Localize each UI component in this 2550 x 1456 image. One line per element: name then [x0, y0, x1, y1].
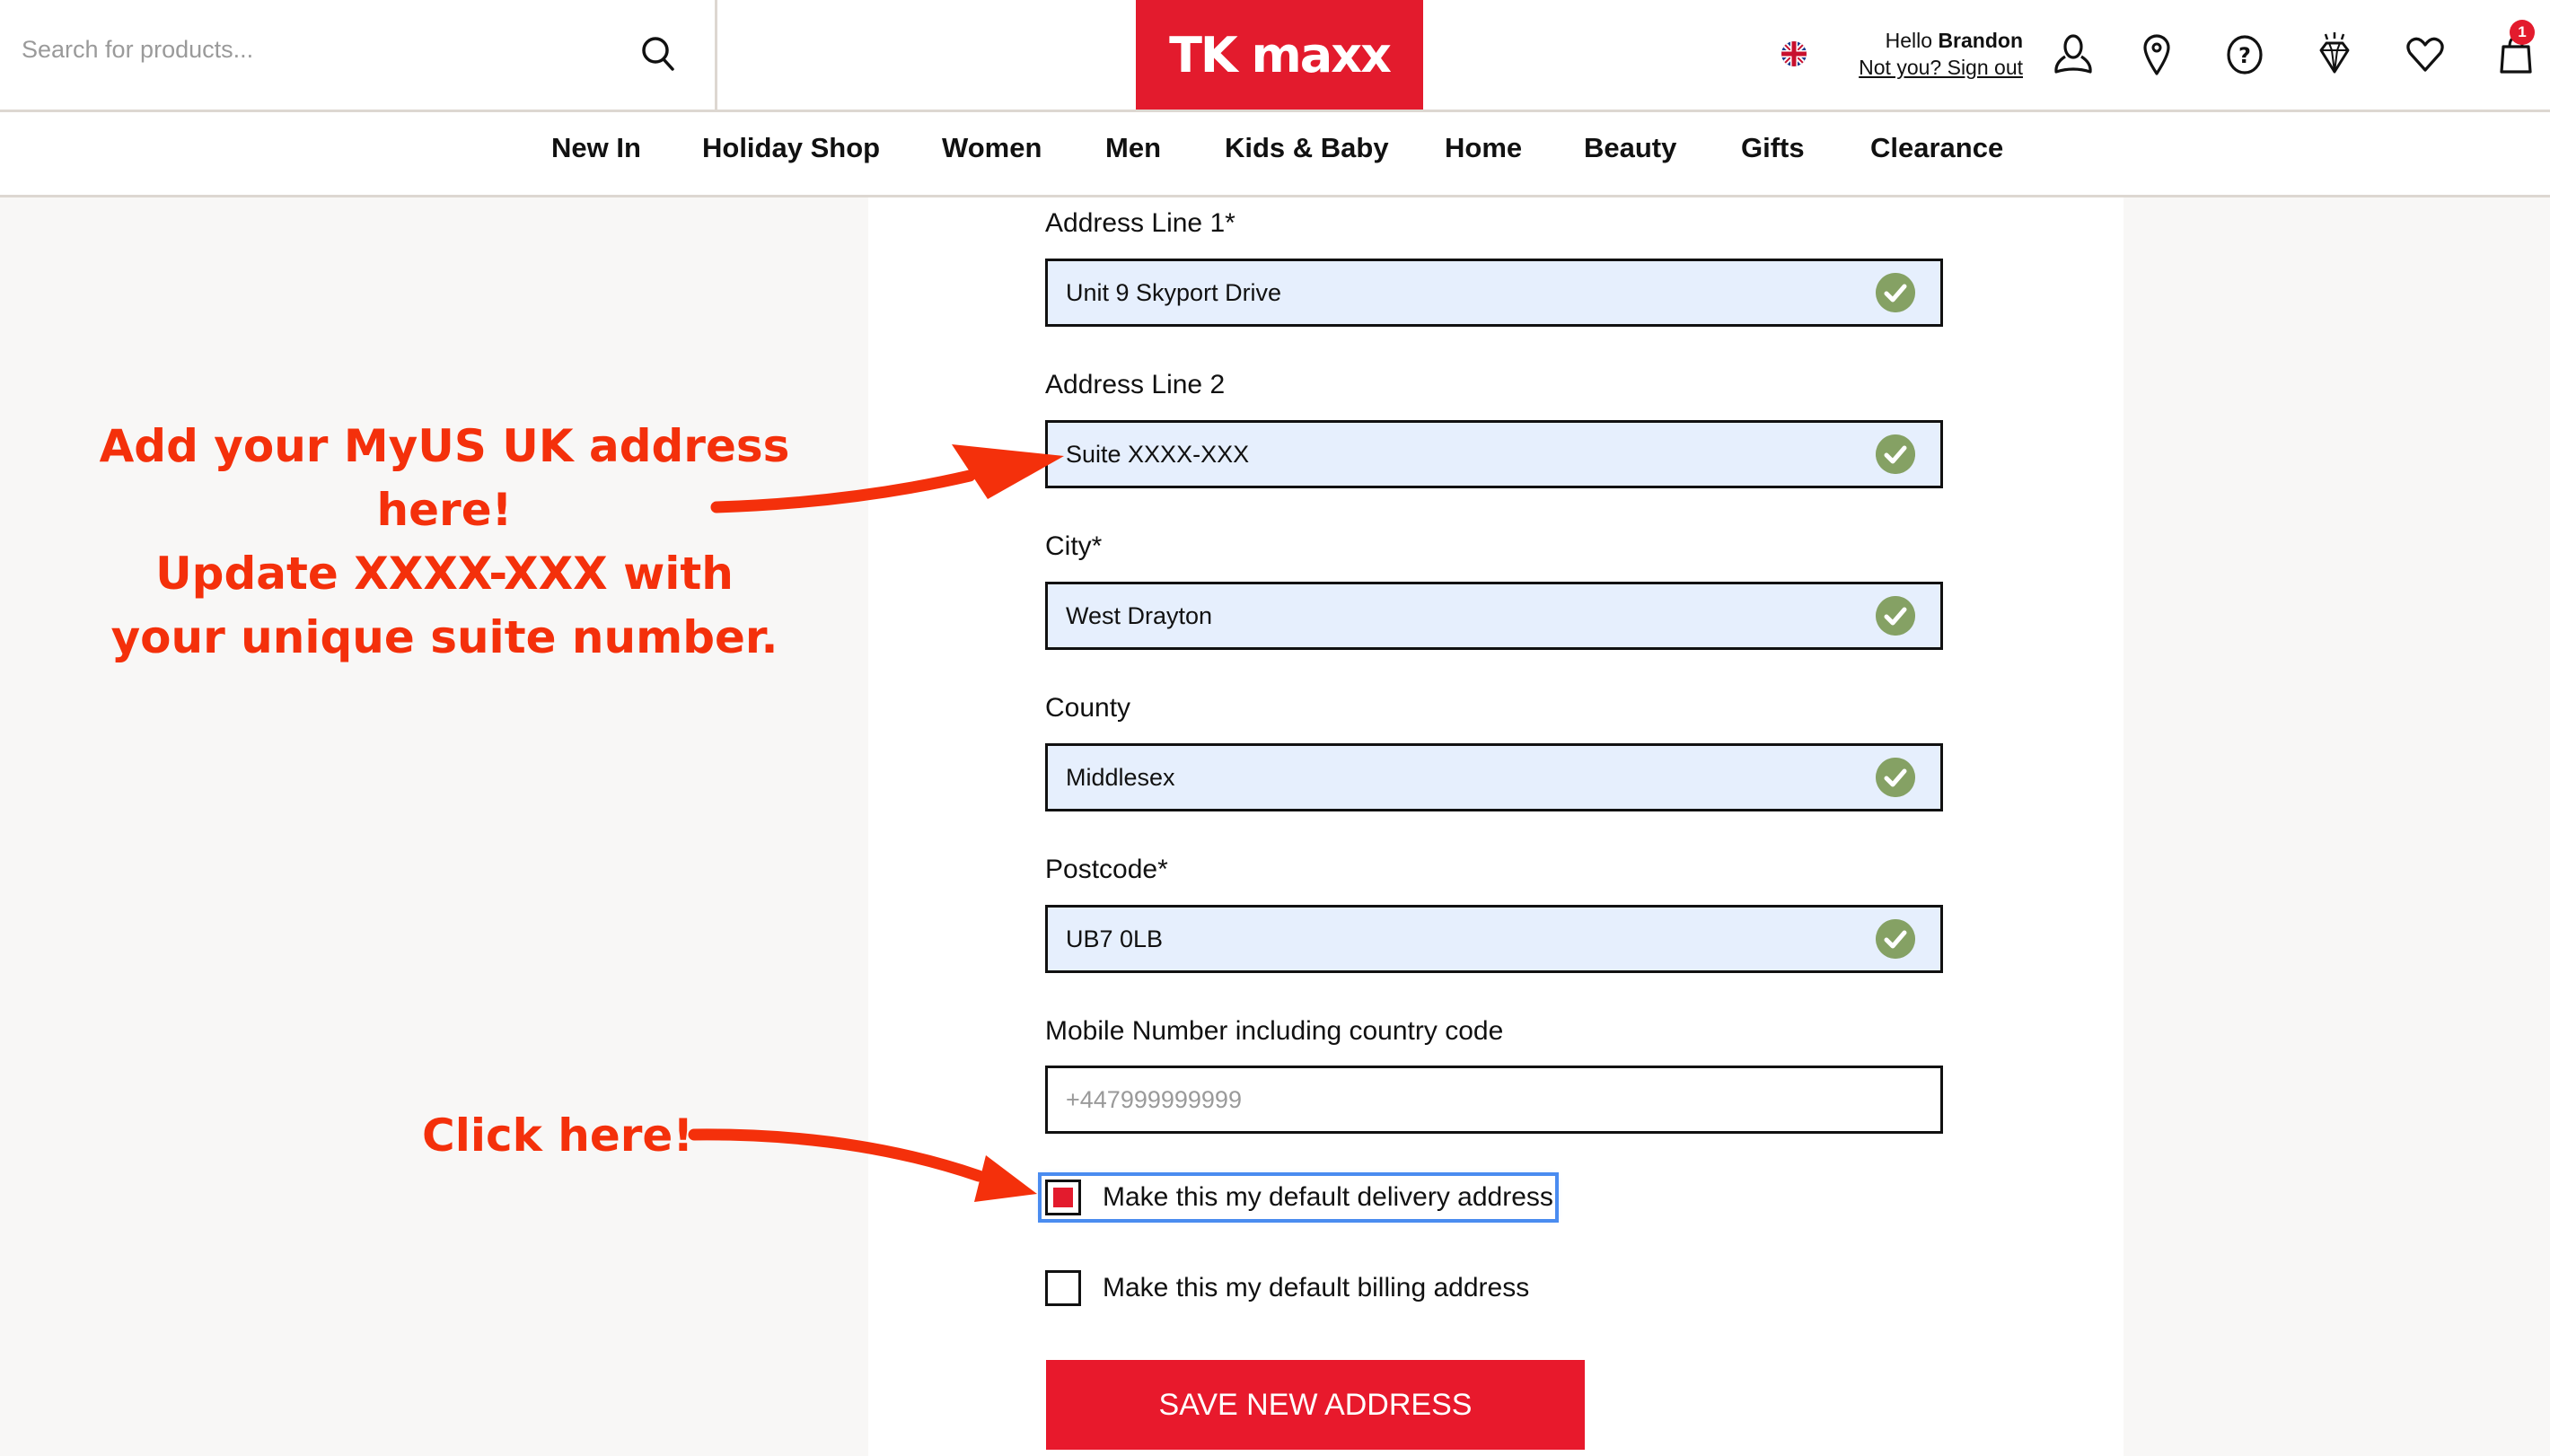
mobile-number-input[interactable]: +447999999999	[1045, 1066, 1943, 1134]
default-delivery-label[interactable]: Make this my default delivery address	[1103, 1182, 1555, 1213]
store-locator-icon[interactable]	[2135, 32, 2178, 77]
svg-text:?: ?	[2238, 43, 2251, 68]
default-billing-label[interactable]: Make this my default billing address	[1103, 1273, 1531, 1303]
nav-item-kids-baby[interactable]: Kids & Baby	[1225, 132, 1389, 164]
address-line-2-value: Suite XXXX-XXX	[1066, 440, 1250, 468]
address-line-2-label: Address Line 2	[1045, 370, 1226, 399]
account-icon[interactable]	[2052, 32, 2095, 77]
user-name: Brandon	[1938, 29, 2023, 52]
tkmaxx-logo[interactable]: TK maxx	[1136, 0, 1423, 110]
default-delivery-checkbox[interactable]	[1045, 1180, 1081, 1215]
mobile-number-placeholder: +447999999999	[1066, 1085, 1242, 1113]
sign-out-link[interactable]: Not you? Sign out	[1832, 54, 2023, 81]
search-input[interactable]: Search for products...	[22, 36, 253, 64]
bag-count-badge: 1	[2510, 20, 2535, 45]
logo-text: TK maxx	[1169, 26, 1392, 83]
uk-flag-icon[interactable]	[1780, 39, 1808, 68]
default-billing-checkbox[interactable]	[1045, 1270, 1081, 1306]
suite-annotation-line: Add your MyUS UK address here!	[99, 420, 790, 536]
mobile-number-label: Mobile Number including country code	[1045, 1016, 1504, 1046]
nav-item-men[interactable]: Men	[1105, 132, 1161, 164]
city-label: City*	[1045, 531, 1103, 561]
suite-annotation-line: Update XXXX-XXX with	[155, 548, 734, 600]
site-header: Search for products... TK maxx Hello Bra…	[0, 0, 2550, 112]
search-icon[interactable]	[639, 34, 677, 74]
nav-item-holiday-shop[interactable]: Holiday Shop	[702, 132, 880, 164]
main-nav: New In Holiday Shop Women Men Kids & Bab…	[0, 112, 2550, 197]
gold-label-diamond-icon[interactable]	[2313, 32, 2356, 77]
postcode-label: Postcode*	[1045, 855, 1168, 884]
wishlist-heart-icon[interactable]	[2404, 32, 2447, 77]
address-line-1-input[interactable]: Unit 9 Skyport Drive	[1045, 259, 1943, 327]
suite-annotation: Add your MyUS UK address here! Update XX…	[36, 415, 853, 670]
default-delivery-checkbox-row[interactable]: Make this my default delivery address	[1038, 1172, 1559, 1223]
user-greeting: Hello Brandon Not you? Sign out	[1832, 27, 2023, 81]
nav-item-beauty[interactable]: Beauty	[1584, 132, 1676, 164]
nav-item-home[interactable]: Home	[1445, 132, 1522, 164]
default-billing-checkbox-row[interactable]: Make this my default billing address	[1042, 1267, 1531, 1310]
greeting-prefix: Hello	[1885, 29, 1933, 52]
nav-item-clearance[interactable]: Clearance	[1870, 132, 2003, 164]
county-input[interactable]: Middlesex	[1045, 743, 1943, 811]
address-line-1-label: Address Line 1*	[1045, 208, 1235, 238]
postcode-input[interactable]: UB7 0LB	[1045, 905, 1943, 973]
city-input[interactable]: West Drayton	[1045, 582, 1943, 650]
nav-item-new-in[interactable]: New In	[551, 132, 641, 164]
valid-check-icon	[1876, 758, 1915, 797]
address-line-2-input[interactable]: Suite XXXX-XXX	[1045, 420, 1943, 488]
valid-check-icon	[1876, 273, 1915, 312]
valid-check-icon	[1876, 596, 1915, 636]
nav-item-women[interactable]: Women	[942, 132, 1042, 164]
save-new-address-button[interactable]: SAVE NEW ADDRESS	[1046, 1360, 1585, 1450]
county-label: County	[1045, 693, 1131, 723]
county-value: Middlesex	[1066, 763, 1175, 791]
suite-annotation-line: your unique suite number.	[110, 611, 778, 663]
help-icon[interactable]: ?	[2223, 32, 2266, 77]
city-value: West Drayton	[1066, 601, 1213, 629]
search-box[interactable]: Search for products...	[0, 0, 717, 110]
valid-check-icon	[1876, 434, 1915, 474]
valid-check-icon	[1876, 919, 1915, 959]
postcode-value: UB7 0LB	[1066, 925, 1164, 952]
nav-item-gifts[interactable]: Gifts	[1741, 132, 1805, 164]
address-line-1-value: Unit 9 Skyport Drive	[1066, 278, 1282, 306]
click-annotation: Click here!	[422, 1110, 694, 1162]
